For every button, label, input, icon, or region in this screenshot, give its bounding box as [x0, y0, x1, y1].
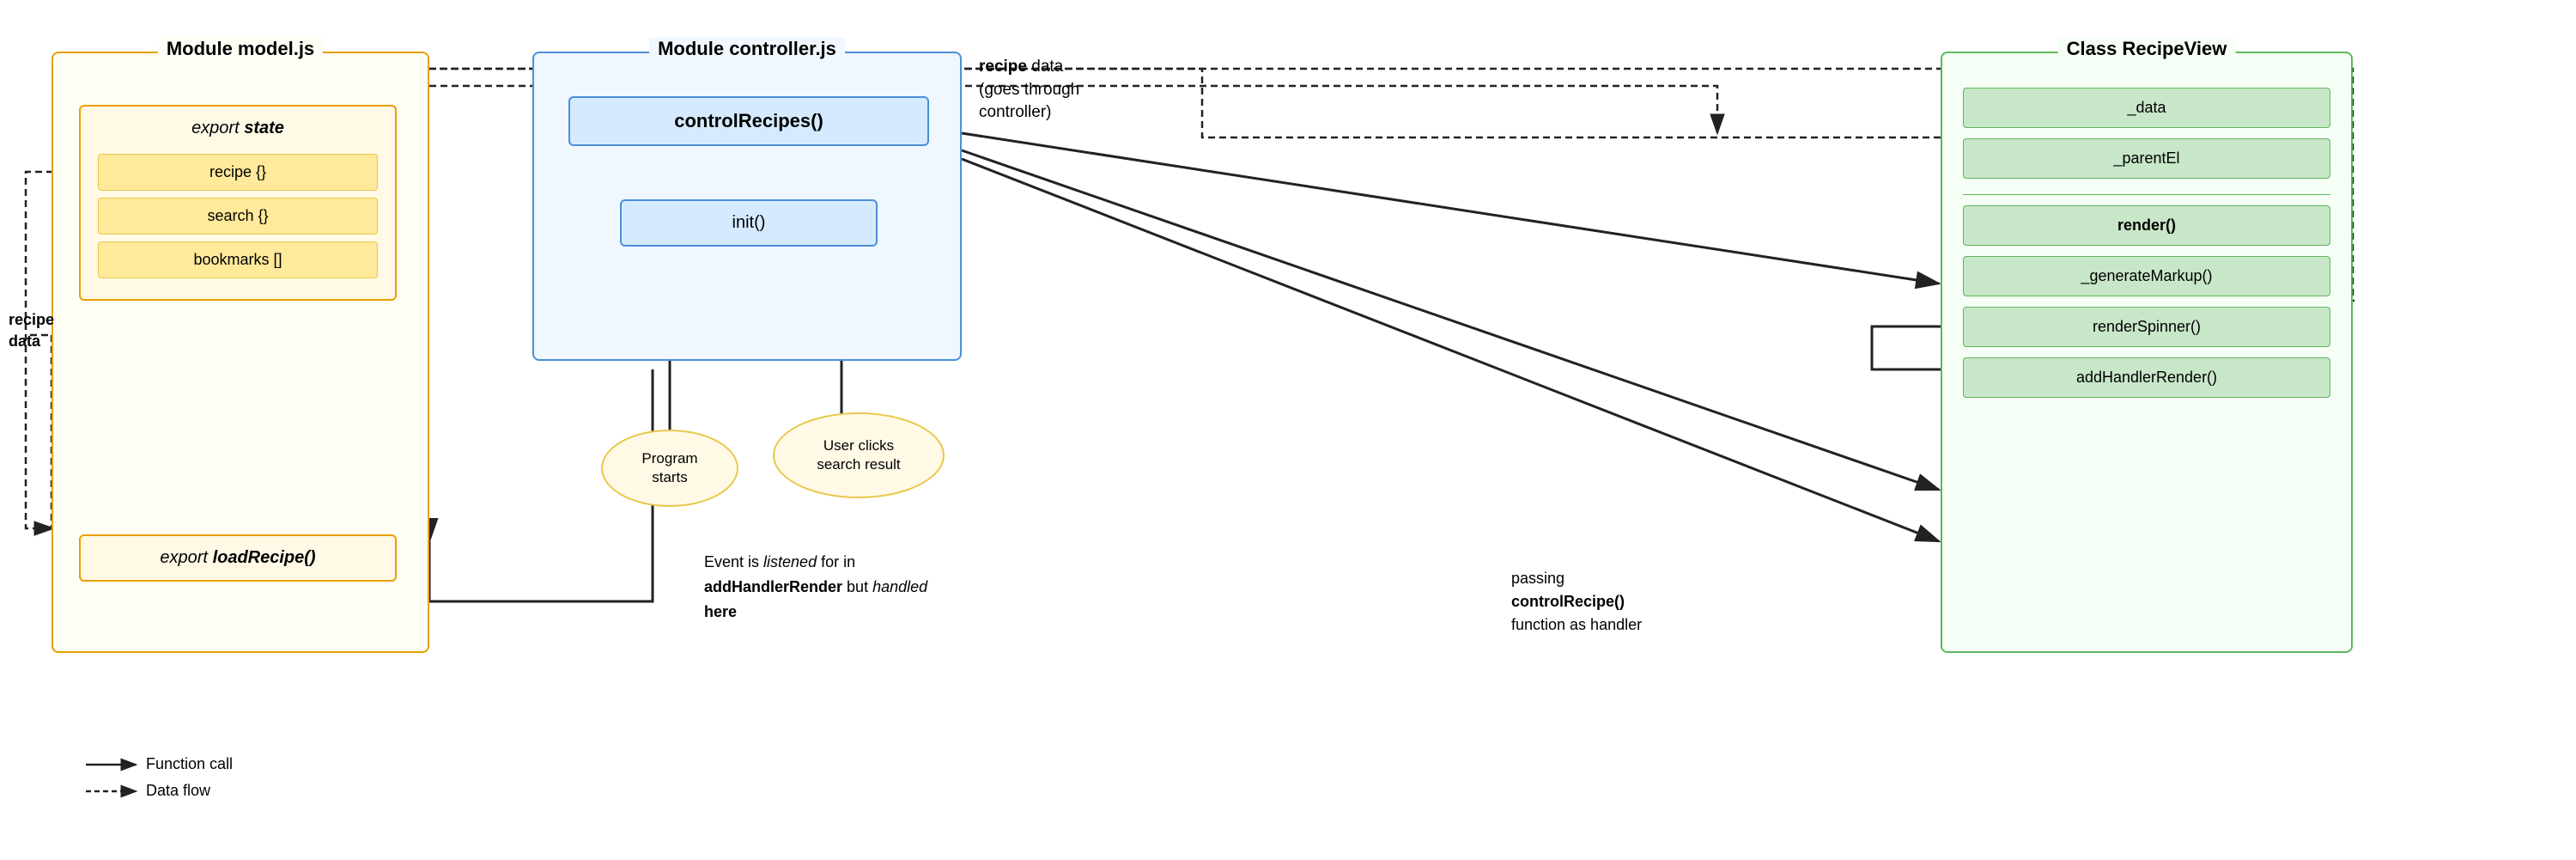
user-clicks-text: User clickssearch result: [817, 436, 900, 474]
class-recipeview-title-text: Class RecipeView: [2067, 38, 2227, 59]
class-recipeview-title: Class RecipeView: [2058, 38, 2236, 60]
class-recipeview-box: Class RecipeView _data _parentEl render(…: [1941, 52, 2353, 653]
program-starts-text: Programstarts: [641, 449, 697, 487]
program-starts-oval: Programstarts: [601, 430, 738, 507]
module-model-title: Module model.js: [158, 38, 323, 60]
recipe-left-bold: recipe: [9, 311, 54, 328]
event-annotation: Event is listened for in addHandlerRende…: [704, 550, 927, 624]
passing-annotation: passing controlRecipe() function as hand…: [1511, 567, 1642, 637]
view-item-parental: _parentEl: [1963, 138, 2330, 179]
view-item-generatemarkup: _generateMarkup(): [1963, 256, 2330, 296]
legend-data-flow-label: Data flow: [146, 782, 210, 800]
recipe-data-left-label: recipe data: [9, 309, 54, 352]
export-state-box: export state recipe {} search {} bookmar…: [79, 105, 397, 301]
export-load-box: export loadRecipe(): [79, 534, 397, 582]
module-model-title-text: Module model.js: [167, 38, 314, 59]
recipe-data-annotation: recipe data (goes through controller): [979, 56, 1079, 125]
state-item-recipe: recipe {}: [98, 154, 378, 191]
view-item-render: render(): [1963, 205, 2330, 246]
module-model-box: Module model.js export state recipe {} s…: [52, 52, 429, 653]
legend-data-flow: Data flow: [86, 782, 233, 800]
legend: Function call Data flow: [86, 755, 233, 808]
user-clicks-oval: User clickssearch result: [773, 412, 945, 498]
view-item-addhandlerrender: addHandlerRender(): [1963, 357, 2330, 398]
export-italic: export: [191, 119, 240, 137]
loadrecipe-bold: loadRecipe(): [213, 548, 316, 567]
diagram-container: Module model.js export state recipe {} s…: [0, 0, 2576, 860]
legend-dashed-arrow: [86, 783, 146, 800]
addhandlerrender-bold: addHandlerRender: [704, 578, 842, 595]
view-divider: [1963, 194, 2330, 195]
legend-function-call: Function call: [86, 755, 233, 773]
view-item-data: _data: [1963, 88, 2330, 128]
legend-function-call-label: Function call: [146, 755, 233, 773]
recipe-bold: recipe: [979, 58, 1027, 76]
export-state-label: export state: [81, 107, 395, 147]
handled-italic: handled: [872, 578, 927, 595]
control-recipes-text: controlRecipes(): [674, 110, 823, 131]
recipe-goes-through: (goes through: [979, 81, 1079, 99]
module-controller-title: Module controller.js: [649, 38, 845, 60]
control-recipes-box: controlRecipes(): [568, 96, 929, 146]
state-item-search: search {}: [98, 198, 378, 235]
view-item-renderspinner: renderSpinner(): [1963, 307, 2330, 347]
state-item-bookmarks: bookmarks []: [98, 241, 378, 278]
init-box: init(): [620, 199, 878, 247]
export-load-italic: export: [160, 548, 208, 567]
listened-italic: listened: [763, 553, 817, 570]
legend-solid-arrow: [86, 756, 146, 773]
state-bold: state: [244, 119, 284, 137]
init-text: init(): [732, 213, 766, 232]
recipe-controller: controller): [979, 103, 1051, 121]
recipe-left-data: data: [9, 332, 40, 350]
controlrecipe-bold: controlRecipe(): [1511, 593, 1625, 610]
handled-here: here: [704, 603, 737, 620]
module-controller-box: Module controller.js controlRecipes() in…: [532, 52, 962, 361]
module-controller-title-text: Module controller.js: [658, 38, 836, 59]
